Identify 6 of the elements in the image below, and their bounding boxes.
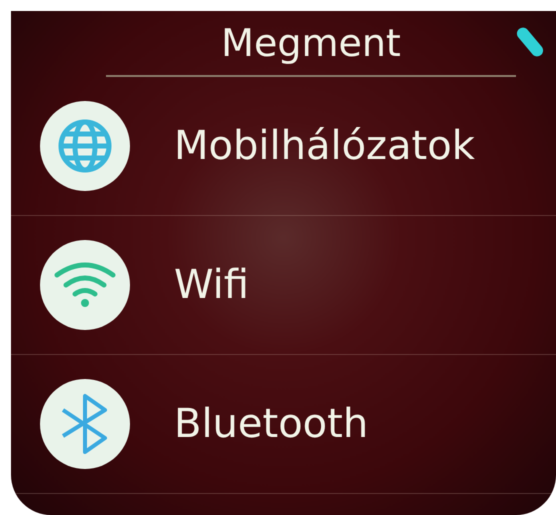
screen-title: Megment [221, 21, 401, 65]
globe-icon [57, 118, 113, 174]
settings-item[interactable]: Mobilhálózatok [11, 77, 556, 216]
settings-item[interactable]: Bluetooth [11, 355, 556, 494]
wifi-icon [53, 261, 117, 309]
settings-item[interactable]: Wifi [11, 216, 556, 355]
